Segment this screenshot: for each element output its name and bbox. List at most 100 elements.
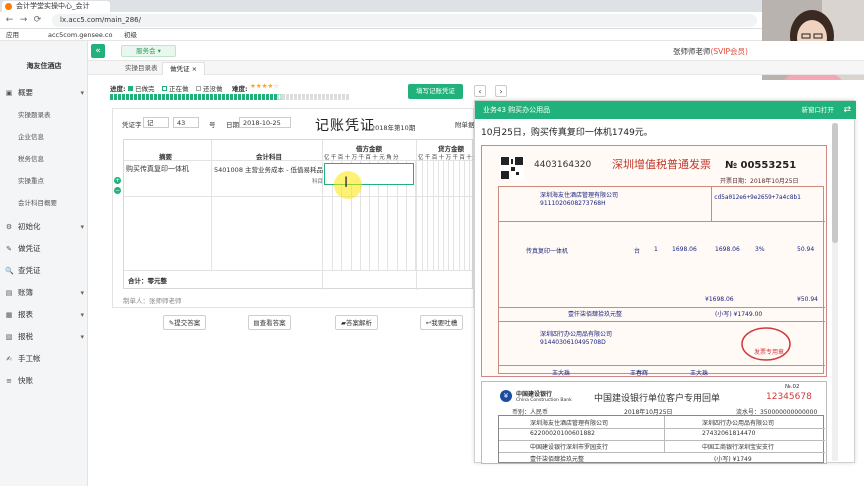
progress-segment[interactable]	[274, 94, 277, 100]
progress-segment[interactable]	[138, 94, 141, 100]
sidebar-sub-company-info[interactable]: 企业信息	[0, 129, 88, 145]
browser-tab[interactable]: 会计学堂实操中心_会计	[2, 1, 110, 12]
view-answer-button[interactable]: ▤查看答案	[248, 315, 291, 330]
progress-segment[interactable]	[214, 94, 217, 100]
progress-segment[interactable]	[158, 94, 161, 100]
progress-segment[interactable]	[142, 94, 145, 100]
progress-segment[interactable]	[178, 94, 181, 100]
sidebar-item-make-voucher[interactable]: ✎ 做凭证	[0, 241, 88, 257]
progress-segment[interactable]	[226, 94, 229, 100]
answer-analysis-button[interactable]: ▰答案解析	[335, 315, 378, 330]
reload-icon[interactable]: ⟳	[32, 15, 43, 26]
progress-segment[interactable]	[162, 94, 165, 100]
progress-segment[interactable]	[330, 94, 333, 100]
voucher-date-input[interactable]: 2018-10-25	[239, 117, 291, 128]
sidebar-item-overview[interactable]: ▣ 概要 ▾	[0, 85, 88, 101]
progress-segment[interactable]	[134, 94, 137, 100]
progress-segment[interactable]	[202, 94, 205, 100]
progress-segment[interactable]	[262, 94, 265, 100]
progress-segment[interactable]	[150, 94, 153, 100]
voucher-word-select[interactable]: 记	[143, 117, 169, 128]
progress-segment[interactable]	[230, 94, 233, 100]
panel-scrollbar[interactable]	[832, 123, 838, 461]
progress-segment[interactable]	[334, 94, 337, 100]
progress-segment[interactable]	[146, 94, 149, 100]
progress-segment[interactable]	[222, 94, 225, 100]
sidebar-sub-tax-info[interactable]: 税务信息	[0, 151, 88, 167]
progress-segment[interactable]	[290, 94, 293, 100]
progress-segment[interactable]	[270, 94, 273, 100]
progress-segment[interactable]	[322, 94, 325, 100]
progress-segment[interactable]	[306, 94, 309, 100]
row-account-input[interactable]: 5401008 主营业务成本 - 低值易耗品	[214, 164, 323, 174]
progress-segment[interactable]	[242, 94, 245, 100]
progress-segment[interactable]	[234, 94, 237, 100]
progress-segment[interactable]	[342, 94, 345, 100]
voucher-number-input[interactable]: 43	[173, 117, 199, 128]
tab-make-voucher[interactable]: 做凭证 ×	[162, 62, 206, 75]
user-info[interactable]: 张师师老师(SVIP会员)	[673, 46, 748, 57]
forward-icon[interactable]: →	[18, 15, 29, 26]
back-icon[interactable]: ←	[4, 15, 15, 26]
progress-segment[interactable]	[346, 94, 349, 100]
progress-segment[interactable]	[130, 94, 133, 100]
progress-segment[interactable]	[170, 94, 173, 100]
swap-icon[interactable]: ⇄	[843, 101, 851, 119]
row-summary-input[interactable]: 购买传真复印一体机	[126, 164, 189, 174]
progress-segment[interactable]	[298, 94, 301, 100]
progress-segment[interactable]	[266, 94, 269, 100]
prev-question-button[interactable]: ‹	[474, 85, 486, 97]
tab-catalog[interactable]: 实操目录表	[118, 62, 165, 75]
progress-segment[interactable]	[190, 94, 193, 100]
progress-segment[interactable]	[282, 94, 285, 100]
sidebar-sub-accounts[interactable]: 会计科目概要	[0, 195, 88, 211]
progress-segment[interactable]	[182, 94, 185, 100]
progress-segment[interactable]	[114, 94, 117, 100]
progress-segment[interactable]	[238, 94, 241, 100]
next-question-button[interactable]: ›	[495, 85, 507, 97]
progress-segment[interactable]	[186, 94, 189, 100]
progress-segment[interactable]	[218, 94, 221, 100]
progress-segment[interactable]	[294, 94, 297, 100]
progress-segment[interactable]	[314, 94, 317, 100]
sidebar-item-manual[interactable]: ✍ 手工帐	[0, 351, 88, 367]
remove-row-icon[interactable]: −	[114, 187, 121, 194]
business-dropdown[interactable]: 服务会 ▾	[121, 45, 176, 57]
progress-segment[interactable]	[338, 94, 341, 100]
sidebar-item-quick-account[interactable]: ≡ 快账	[0, 373, 88, 389]
progress-segment[interactable]	[110, 94, 113, 100]
bookmark-chuji[interactable]: 初级	[124, 29, 137, 41]
submit-answer-button[interactable]: ✎提交答案	[163, 315, 206, 330]
progress-segment[interactable]	[286, 94, 289, 100]
progress-segment[interactable]	[250, 94, 253, 100]
sidebar-sub-catalog[interactable]: 实操题录表	[0, 107, 88, 123]
progress-segment[interactable]	[302, 94, 305, 100]
sidebar-item-reports[interactable]: ▦ 报表 ▾	[0, 307, 88, 323]
sidebar-item-ledger[interactable]: ▤ 账簿 ▾	[0, 285, 88, 301]
sidebar-item-init[interactable]: ⚙ 初始化 ▾	[0, 219, 88, 235]
progress-segment[interactable]	[126, 94, 129, 100]
progress-segment[interactable]	[166, 94, 169, 100]
bookmark-gensee[interactable]: acc5com.gensee.co	[48, 29, 112, 41]
sidebar-item-tax-filing[interactable]: ▧ 报税 ▾	[0, 329, 88, 345]
progress-segment[interactable]	[310, 94, 313, 100]
progress-segment[interactable]	[254, 94, 257, 100]
progress-segment[interactable]	[277, 94, 282, 100]
progress-segment[interactable]	[122, 94, 125, 100]
progress-segment[interactable]	[198, 94, 201, 100]
progress-segment[interactable]	[174, 94, 177, 100]
open-new-window-link[interactable]: 新窗口打开	[802, 101, 835, 119]
add-row-icon[interactable]: +	[114, 177, 121, 184]
progress-segment[interactable]	[258, 94, 261, 100]
progress-segment[interactable]	[154, 94, 157, 100]
progress-segment[interactable]	[194, 94, 197, 100]
progress-segment[interactable]	[210, 94, 213, 100]
url-field[interactable]: lx.acc5.com/main_286/	[52, 14, 757, 27]
progress-segment[interactable]	[118, 94, 121, 100]
bookmark-apps[interactable]: 应用	[6, 29, 19, 41]
collapse-sidebar-button[interactable]: «	[91, 44, 105, 58]
scrollbar-thumb[interactable]	[832, 123, 838, 243]
sidebar-item-search-voucher[interactable]: 🔍 查凭证	[0, 263, 88, 279]
progress-segment[interactable]	[206, 94, 209, 100]
progress-segment[interactable]	[326, 94, 329, 100]
